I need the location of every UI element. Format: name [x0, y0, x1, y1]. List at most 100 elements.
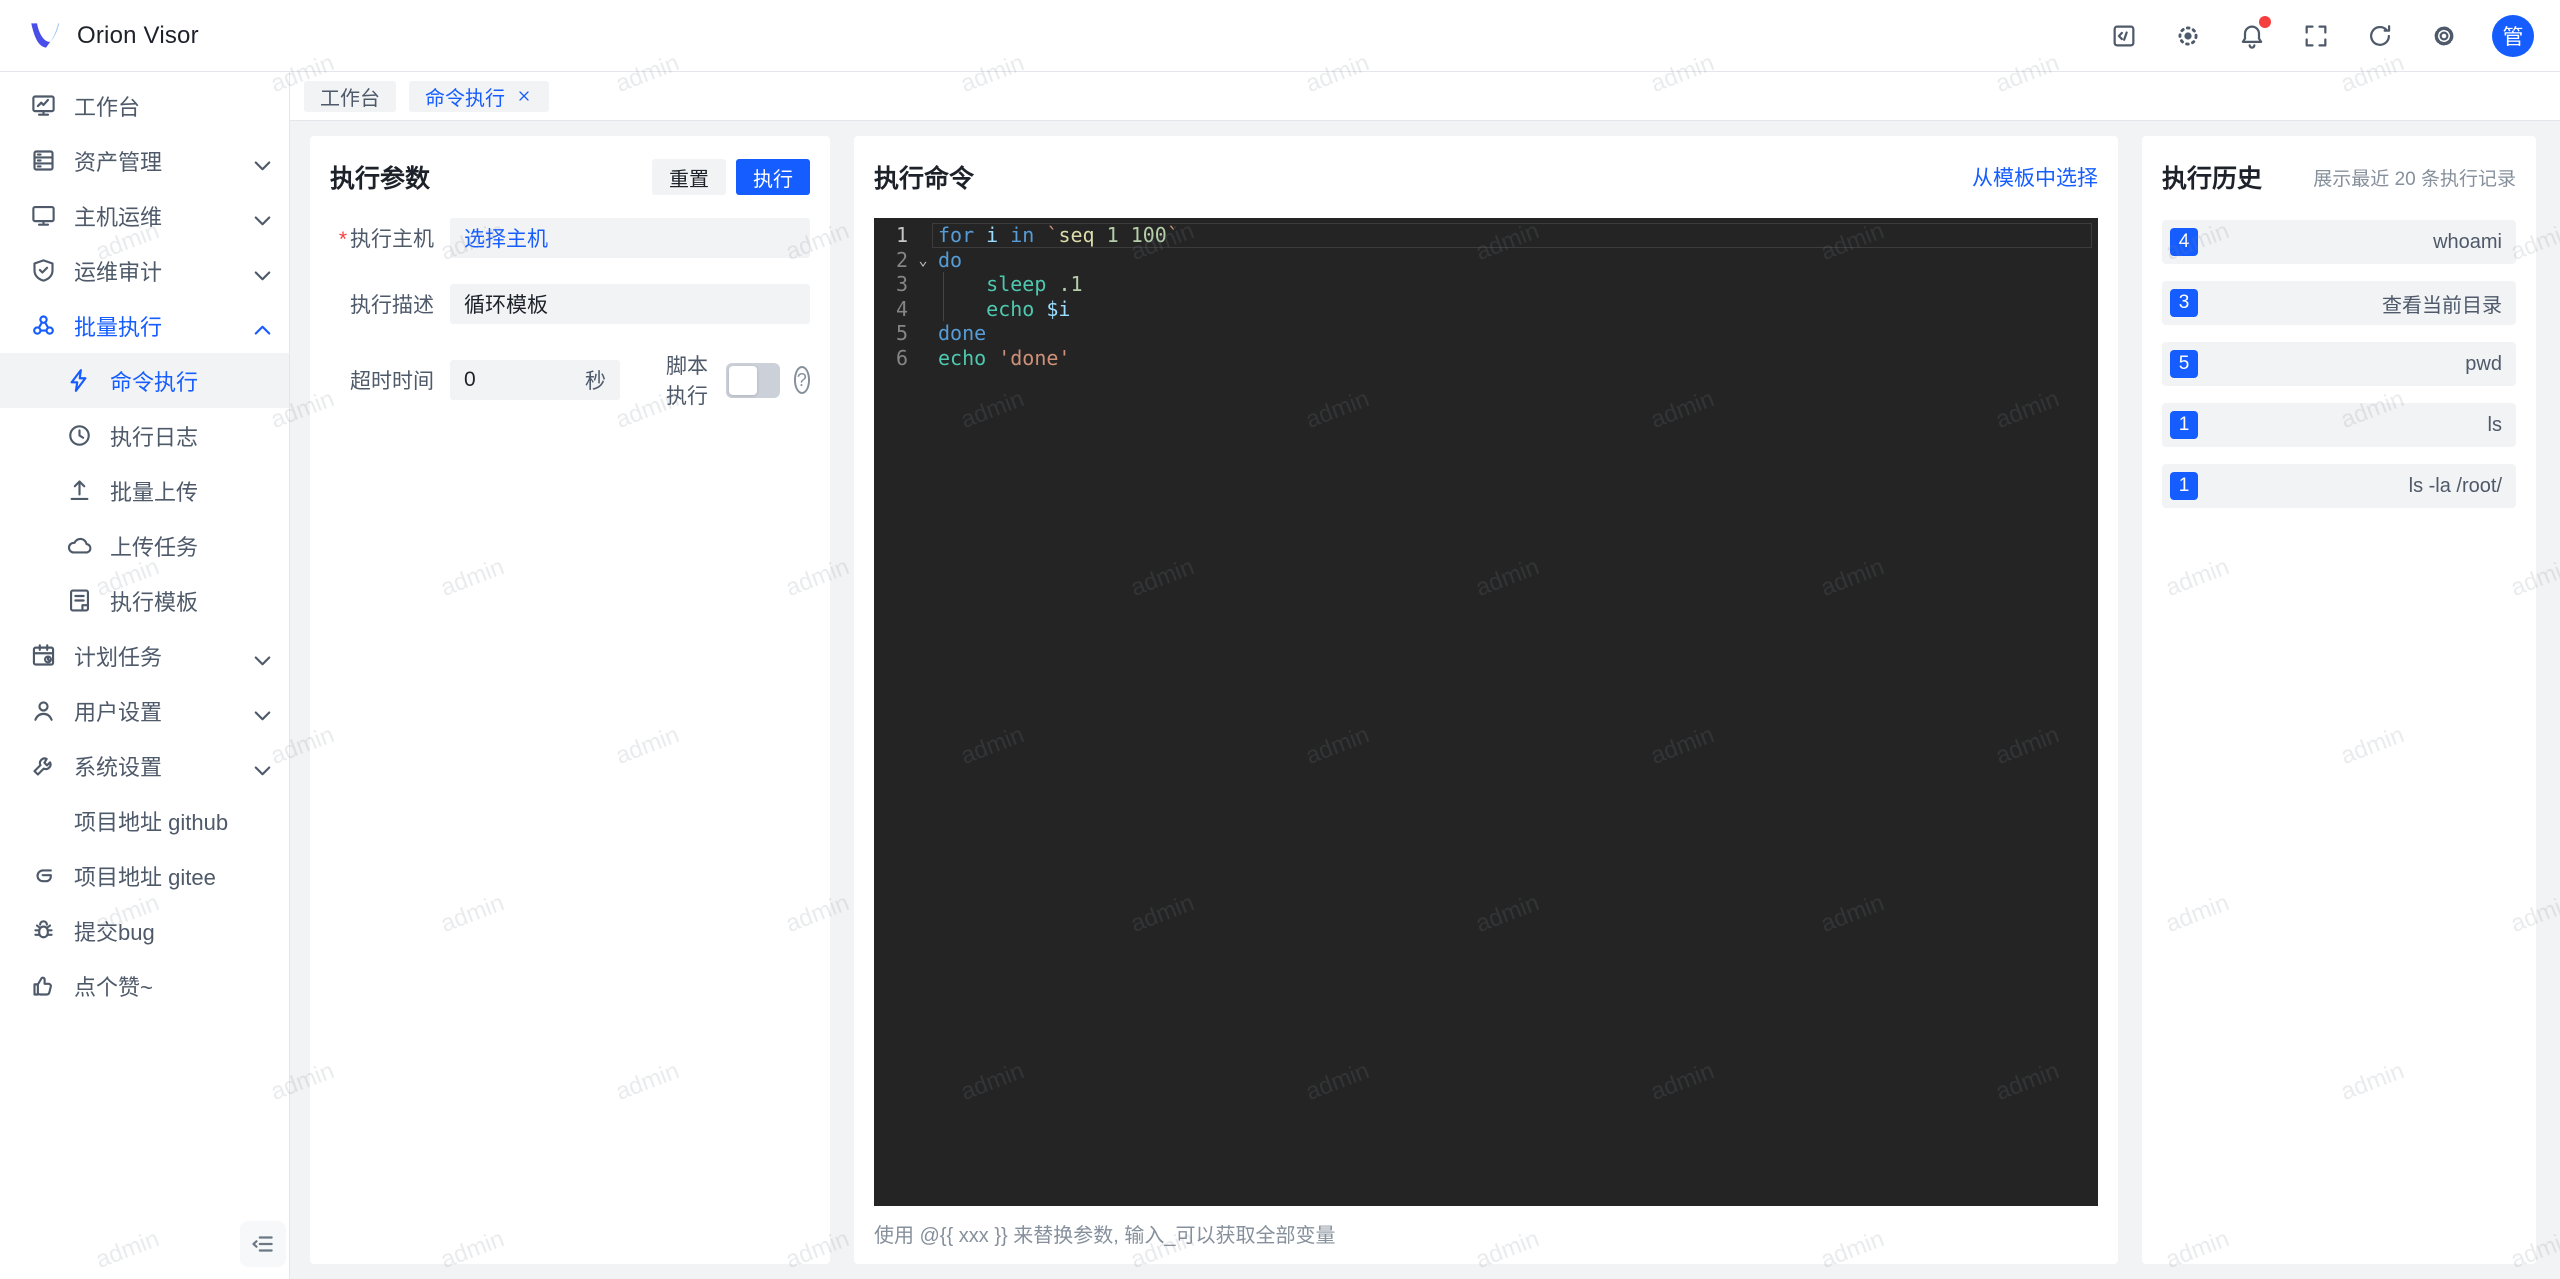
app-logo: Orion Visor [26, 17, 199, 55]
sidebar-item-label: 计划任务 [74, 644, 163, 670]
command-icon [70, 369, 87, 392]
gitee-icon [36, 869, 52, 883]
code-text: sleep .1 [938, 272, 2098, 297]
host-select-field[interactable]: 选择主机 [450, 218, 810, 258]
sidebar-item-label: 资产管理 [74, 149, 163, 175]
log-icon [69, 425, 90, 446]
sidebar-item-system[interactable]: 系统设置 [0, 738, 289, 793]
exec-history-panel: 执行历史 展示最近 20 条执行记录 4 whoami 3 查看当前目录 5 pwd 1 ls… [2142, 136, 2536, 1264]
timeout-input[interactable] [464, 368, 534, 392]
timeout-unit: 秒 [585, 370, 606, 393]
tab-close-icon[interactable] [515, 87, 533, 105]
history-item[interactable]: 5 pwd [2162, 342, 2516, 386]
topbar: Orion Visor 管 [0, 0, 2560, 72]
history-command: 查看当前目录 [2382, 294, 2502, 317]
logo-icon [31, 22, 60, 48]
timeout-field-label: 超时时间 [350, 370, 434, 393]
workbench-icon [32, 95, 55, 116]
history-item[interactable]: 1 ls -la /root/ [2162, 464, 2516, 508]
audit-icon [33, 259, 54, 282]
sidebar-item-bug[interactable]: 提交bug [0, 903, 289, 958]
api-code-icon [2113, 25, 2135, 46]
sidebar-item-label: 批量上传 [110, 479, 199, 505]
code-editor[interactable]: 1 for i in `seq 1 100` 2 ⌄ do 3 sleep .1 4 ech… [874, 218, 2098, 1206]
sidebar-item-label: 工作台 [74, 94, 141, 120]
sidebar-item-like[interactable]: 点个赞~ [0, 958, 289, 1013]
command-panel-title: 执行命令 [874, 165, 975, 193]
sidebar-item-workbench[interactable]: 工作台 [0, 78, 289, 133]
sidebar-item-label: 执行模板 [110, 589, 199, 615]
sidebar-item-github[interactable]: 项目地址 github [0, 793, 289, 848]
history-panel-subtitle: 展示最近 20 条执行记录 [2313, 168, 2516, 190]
line-number: 1 [895, 223, 908, 247]
code-line: 5 done [874, 321, 2098, 346]
api-code-button[interactable] [2096, 8, 2152, 64]
fullscreen-icon [2305, 25, 2327, 46]
sidebar-item-upload[interactable]: 批量上传 [0, 463, 289, 518]
notifications-bell-button[interactable] [2224, 8, 2280, 64]
sidebar-item-cloud[interactable]: 上传任务 [0, 518, 289, 573]
sidebar-item-user[interactable]: 用户设置 [0, 683, 289, 738]
system-icon [33, 757, 52, 776]
sidebar-item-label: 提交bug [74, 919, 155, 945]
exec-description-input[interactable] [464, 292, 796, 316]
main-content: 执行参数 重置 执行 执行主机 选择主机 执行描述 超时时间 秒 脚本执行 [290, 121, 2560, 1279]
sidebar-collapse-button[interactable] [240, 1221, 286, 1267]
sidebar-item-assets[interactable]: 资产管理 [0, 133, 289, 188]
theme-sun-button[interactable] [2160, 8, 2216, 64]
execute-button[interactable]: 执行 [736, 159, 810, 195]
like-icon [33, 976, 52, 996]
sidebar-item-batch[interactable]: 批量执行 [0, 298, 289, 353]
select-host-link[interactable]: 选择主机 [464, 223, 548, 253]
fold-column [908, 297, 938, 322]
editor-hint: 使用 @{{ xxx }} 来替换参数, 输入_可以获取全部变量 [874, 1225, 1336, 1247]
description-field-label: 执行描述 [350, 294, 434, 317]
tab-active[interactable]: 命令执行 [409, 80, 549, 112]
theme-sun-icon [2178, 25, 2198, 46]
line-number: 6 [895, 345, 908, 370]
code-text: do [938, 247, 963, 272]
reset-button[interactable]: 重置 [652, 159, 726, 195]
menu-fold-icon [252, 1236, 273, 1252]
tab-inactive[interactable]: 工作台 [304, 80, 396, 112]
chevron-down-icon [249, 152, 271, 170]
history-item[interactable]: 3 查看当前目录 [2162, 281, 2516, 325]
line-number: 4 [895, 296, 908, 321]
sidebar-item-command[interactable]: 命令执行 [0, 353, 289, 408]
refresh-button[interactable] [2352, 8, 2408, 64]
select-from-template-link[interactable]: 从模板中选择 [1972, 162, 2098, 192]
history-item[interactable]: 1 ls [2162, 403, 2516, 447]
history-item[interactable]: 4 whoami [2162, 220, 2516, 264]
github-icon [30, 807, 57, 834]
host-ops-icon [32, 205, 55, 226]
exec-count-badge: 5 [2170, 350, 2198, 378]
notification-badge-dot [2259, 15, 2271, 28]
fold-chevron-icon[interactable]: ⌄ [908, 248, 938, 273]
sidebar-item-label: 用户设置 [74, 699, 163, 725]
topbar-actions [2088, 8, 2472, 64]
sidebar-item-gitee[interactable]: 项目地址 gitee [0, 848, 289, 903]
chevron-down-icon [249, 262, 271, 280]
batch-icon [33, 315, 54, 335]
user-avatar[interactable]: 管 [2492, 14, 2534, 57]
help-icon[interactable] [793, 366, 810, 394]
history-command: pwd [2465, 352, 2502, 375]
code-text: for i in `seq 1 100` [932, 223, 2098, 248]
code-text: echo $i [938, 296, 2098, 322]
exec-command-panel: 执行命令 从模板中选择 1 for i in `seq 1 100` 2 ⌄ do 3 s… [854, 136, 2118, 1264]
sidebar-item-host-ops[interactable]: 主机运维 [0, 188, 289, 243]
cloud-icon [67, 537, 92, 554]
params-panel-title: 执行参数 [330, 165, 431, 193]
history-command: ls -la /root/ [2408, 474, 2502, 497]
sidebar-item-log[interactable]: 执行日志 [0, 408, 289, 463]
sidebar-item-schedule[interactable]: 计划任务 [0, 628, 289, 683]
tab-label: 命令执行 [425, 87, 505, 110]
template-icon [69, 589, 90, 612]
sidebar-item-audit[interactable]: 运维审计 [0, 243, 289, 298]
sidebar-item-template[interactable]: 执行模板 [0, 573, 289, 628]
sidebar-item-label: 批量执行 [74, 314, 163, 340]
script-exec-toggle[interactable] [725, 362, 780, 398]
history-list: 4 whoami 3 查看当前目录 5 pwd 1 ls 1 ls -la /root/ [2162, 220, 2516, 525]
settings-gear-button[interactable] [2416, 8, 2472, 64]
fullscreen-button[interactable] [2288, 8, 2344, 64]
